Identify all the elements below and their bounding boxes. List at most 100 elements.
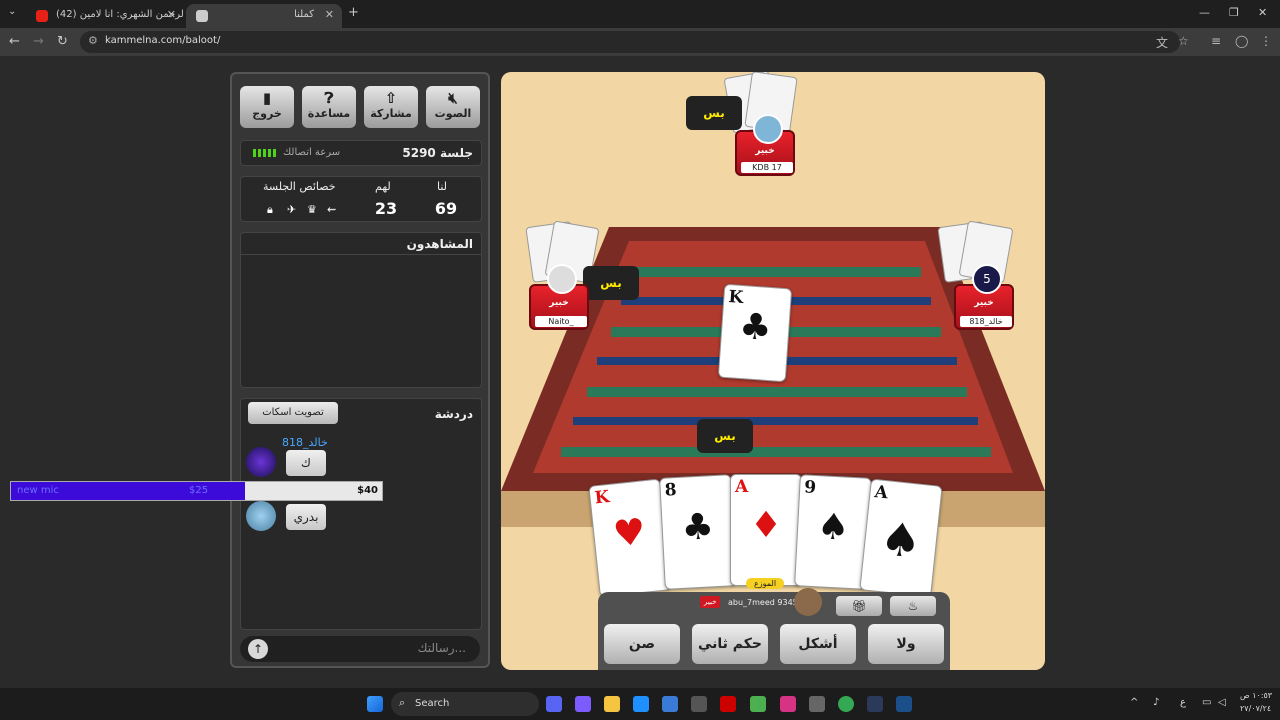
chat-box: دردشة bbox=[240, 398, 482, 630]
obs-icon[interactable] bbox=[691, 696, 707, 712]
us-label: لنا bbox=[437, 180, 448, 193]
sun-button[interactable]: صن bbox=[604, 624, 680, 664]
clock-date: ٢٧/٠٧/٢٤ bbox=[1240, 704, 1272, 713]
played-card: K ♣ bbox=[717, 283, 793, 383]
gift-button[interactable]: 🎁︎ bbox=[836, 596, 882, 616]
back-icon[interactable]: ← bbox=[9, 34, 20, 49]
minimize-button[interactable]: — bbox=[1199, 6, 1210, 19]
mic-icon[interactable]: ♪ bbox=[1153, 697, 1159, 708]
card-suit: ♠ bbox=[877, 510, 925, 569]
taskbar-search[interactable]: ⌕ Search bbox=[391, 692, 539, 716]
site-info-icon[interactable]: ⚙ bbox=[88, 34, 98, 47]
share-label: مشاركة bbox=[370, 107, 412, 120]
card-suit: ♣ bbox=[680, 506, 715, 549]
player-rank: خبير bbox=[755, 146, 775, 156]
browser-tab-bar: ⌄ (42) عبد الرحمن الشهري: انا لامين ✕ كم… bbox=[0, 0, 1280, 28]
avatar bbox=[547, 264, 577, 294]
donation-overlay: new mic $25 $40 bbox=[10, 481, 383, 501]
player-name: KDB 17 bbox=[741, 162, 793, 173]
card-rank: 8 bbox=[664, 480, 678, 501]
fire-button[interactable]: ♨ bbox=[890, 596, 936, 616]
edge-icon[interactable] bbox=[633, 696, 649, 712]
lang-indicator[interactable]: ع bbox=[1180, 697, 1186, 708]
exit-button[interactable]: ▮ خروج bbox=[240, 86, 294, 128]
bottom-pass-badge: بس bbox=[697, 419, 753, 453]
viewers-box: المشاهدون bbox=[240, 232, 482, 388]
message-placeholder: رسالتك... bbox=[417, 641, 466, 655]
help-label: مساعدة bbox=[307, 107, 351, 120]
viewers-header: المشاهدون bbox=[241, 233, 481, 255]
chrome-icon[interactable] bbox=[838, 696, 854, 712]
app-icon[interactable] bbox=[809, 696, 825, 712]
hand-card[interactable]: 8 ♣ bbox=[659, 474, 737, 590]
ashkal-button[interactable]: أشكل bbox=[780, 624, 856, 664]
close-icon[interactable]: ✕ bbox=[167, 8, 176, 21]
tab-search-icon[interactable]: ⌄ bbox=[8, 6, 16, 17]
instagram-icon[interactable] bbox=[780, 696, 796, 712]
side-panel: 🔇︎ الصوت ⇧ مشاركة ❓︎ مساعدة ▮ خروج سرعة … bbox=[230, 72, 490, 668]
forward-icon[interactable]: → bbox=[33, 34, 44, 49]
vote-mute-button[interactable]: تصويت اسكات bbox=[248, 402, 338, 424]
card-rank: A bbox=[873, 482, 889, 504]
player-top[interactable]: خبير KDB 17 bbox=[735, 114, 795, 176]
bookmark-star-icon[interactable]: ☆ bbox=[1178, 34, 1189, 48]
reload-icon[interactable]: ↻ bbox=[57, 34, 68, 49]
player-left[interactable]: خبير Naito_ bbox=[529, 264, 589, 330]
maximize-button[interactable]: ❐ bbox=[1229, 6, 1239, 19]
help-button[interactable]: ❓︎ مساعدة bbox=[302, 86, 356, 128]
mute-icon: 🔇︎ bbox=[448, 89, 458, 107]
network-icon[interactable]: ▭ bbox=[1202, 697, 1211, 708]
folder-icon[interactable] bbox=[604, 696, 620, 712]
store-icon[interactable] bbox=[662, 696, 678, 712]
player-name: Naito_ bbox=[535, 316, 587, 327]
steam-icon[interactable] bbox=[896, 696, 912, 712]
features-label: خصائص الجلسة bbox=[263, 180, 336, 193]
player-rank: خبير bbox=[549, 298, 569, 308]
windows-start-icon[interactable] bbox=[367, 696, 383, 712]
tab-youtube[interactable]: (42) عبد الرحمن الشهري: انا لامين ✕ bbox=[26, 4, 184, 28]
discord-icon[interactable] bbox=[546, 696, 562, 712]
profile-icon[interactable]: ◯ bbox=[1235, 34, 1248, 48]
translate-icon[interactable]: 文 bbox=[1156, 34, 1168, 51]
app-icon[interactable] bbox=[867, 696, 883, 712]
exit-label: خروج bbox=[252, 107, 282, 120]
omnibox[interactable]: ⚙ kammelna.com/baloot/ bbox=[80, 31, 1180, 53]
chat-message: بدري bbox=[286, 504, 326, 530]
card-rank: A bbox=[735, 477, 749, 497]
hand-card[interactable]: A ♠ bbox=[859, 478, 943, 598]
message-input[interactable]: ↑ رسالتك... bbox=[240, 636, 480, 662]
card-suit: ♦ bbox=[749, 505, 783, 546]
left-pass-badge: بس bbox=[583, 266, 639, 300]
player-name: خالد_818 bbox=[960, 316, 1012, 327]
player-right[interactable]: 5 خبير خالد_818 bbox=[954, 264, 1014, 330]
handshake-icon: ⇜ bbox=[327, 203, 337, 216]
sound-button[interactable]: 🔇︎ الصوت bbox=[426, 86, 480, 128]
chat-title: دردشة bbox=[434, 407, 473, 421]
send-icon[interactable]: ↑ bbox=[248, 639, 268, 659]
my-rank-badge: خبير bbox=[700, 596, 721, 608]
tab-kammelna[interactable]: كملنا ✕ bbox=[186, 4, 342, 28]
overlay-amount: $40 bbox=[357, 485, 378, 496]
copilot-icon[interactable] bbox=[575, 696, 591, 712]
tray-chevron-icon[interactable]: ^ bbox=[1130, 697, 1138, 708]
close-window-button[interactable]: ✕ bbox=[1258, 6, 1267, 19]
share-button[interactable]: ⇧ مشاركة bbox=[364, 86, 418, 128]
volume-icon[interactable]: ◁ bbox=[1218, 697, 1226, 708]
close-icon[interactable]: ✕ bbox=[325, 8, 334, 21]
overlay-mid: $25 bbox=[189, 485, 209, 496]
hand-card[interactable]: A ♦ bbox=[730, 474, 802, 586]
avatar: 5 bbox=[972, 264, 1002, 294]
media-icon[interactable]: ≡ bbox=[1211, 34, 1221, 48]
my-avatar bbox=[794, 588, 822, 616]
xbox-icon[interactable] bbox=[750, 696, 766, 712]
pass-button[interactable]: ولا bbox=[868, 624, 944, 664]
app-icon[interactable] bbox=[720, 696, 736, 712]
session-label: جلسة 5290 bbox=[402, 146, 473, 160]
search-icon: ⌕ bbox=[399, 696, 406, 709]
share-icon: ⇧ bbox=[384, 89, 398, 107]
second-hokm-button[interactable]: حكم ثاني bbox=[692, 624, 768, 664]
taskbar: ⌕ Search ^ ♪ ع ▭ ◁ ١٠:٥٣ ص ٢٧/٠٧/٢٤ bbox=[0, 688, 1280, 720]
avatar bbox=[246, 501, 276, 531]
new-tab-button[interactable]: + bbox=[348, 5, 359, 20]
menu-icon[interactable]: ⋮ bbox=[1260, 34, 1272, 48]
